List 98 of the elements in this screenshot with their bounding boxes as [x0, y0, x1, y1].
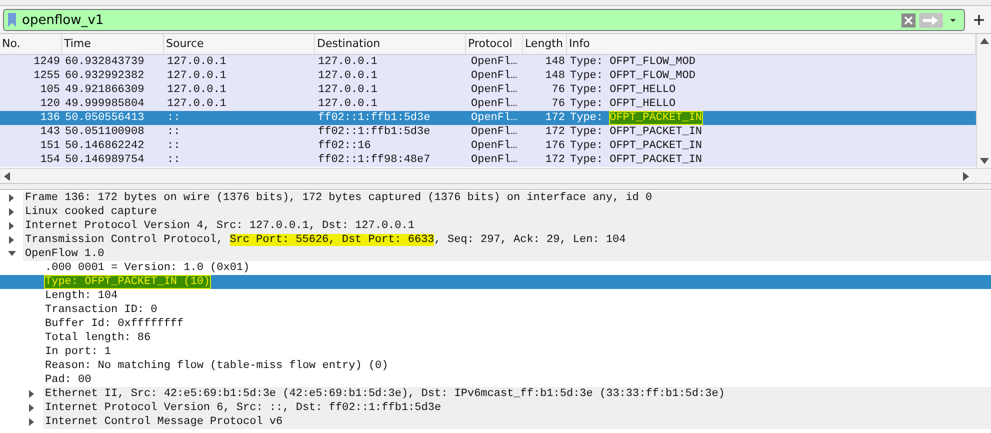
table-cell-text: OpenFl… [470, 55, 518, 69]
table-cell-text: OpenFl… [470, 139, 518, 153]
filter-text: openflow_v1 [22, 12, 105, 28]
packet-row[interactable]: 151 50.146862242 :: ff02::16 OpenFl… 176 Type: OFPT_PACKET_IN [0, 139, 976, 153]
column-header[interactable]: Destination [315, 34, 466, 54]
tree-row[interactable]: Total length: 86 [0, 331, 991, 345]
table-cell-text: ff02::1:ff98:48e7 [317, 153, 432, 167]
tree-row[interactable]: Reason: No matching flow (table-miss flow entry) (0) [0, 359, 991, 373]
table-cell-text: 127.0.0.1 [317, 97, 378, 111]
column-header[interactable]: Length [523, 34, 567, 54]
packet-row[interactable]: 154 50.146989754 :: ff02::1:ff98:48e7 OpenFl… 172 Type: OFPT_PACKET_IN [0, 153, 976, 167]
tree-row[interactable]: .000 0001 = Version: 1.0 (0x01) [0, 261, 991, 275]
table-cell-text: 172 [544, 153, 566, 167]
table-cell-text: 1255 [32, 69, 61, 83]
table-cell-text: 127.0.0.1 [166, 69, 228, 83]
horizontal-scrollbar[interactable] [0, 168, 991, 183]
packet-row[interactable]: 1255 60.932992382 127.0.0.1 127.0.0.1 OpenFl… 148 Type: OFPT_FLOW_MOD [0, 69, 976, 83]
table-cell-text: 127.0.0.1 [166, 97, 228, 111]
table-cell-text: 154 [39, 153, 61, 167]
table-cell-text: 127.0.0.1 [317, 55, 378, 69]
table-cell-text: :: [166, 139, 182, 153]
table-cell-text: OpenFl… [470, 69, 518, 83]
column-header[interactable]: No. [0, 34, 62, 54]
table-cell-text: 60.932843739 [64, 55, 146, 69]
tree-item-text: Transaction ID: 0 [44, 303, 158, 317]
table-cell-text: 50.050556413 [64, 111, 146, 125]
scroll-up-icon[interactable] [980, 38, 988, 44]
table-cell-text: 127.0.0.1 [166, 55, 228, 69]
column-header[interactable]: Source [164, 34, 315, 54]
tree-row[interactable]: Transaction ID: 0 [0, 303, 991, 317]
table-cell-text: Type: OFPT_HELLO [569, 83, 677, 97]
tree-row[interactable]: Buffer Id: 0xffffffff [0, 317, 991, 331]
packet-row[interactable]: 136 50.050556413 :: ff02::1:ffb1:5d3e OpenFl… 172 Type: OFPT_PACKET_IN [0, 111, 976, 125]
table-cell-text: Type: OFPT_FLOW_MOD [569, 69, 696, 83]
table-cell-text: 76 [550, 83, 566, 97]
table-cell-text: :: [166, 125, 182, 139]
expanded-arrow-icon[interactable] [8, 251, 16, 257]
table-cell-text: 120 [39, 97, 61, 111]
table-cell-text: OpenFl… [470, 111, 518, 125]
table-cell-text: OpenFl… [470, 97, 518, 111]
table-cell-text: 176 [544, 139, 566, 153]
table-cell-text: 143 [39, 125, 61, 139]
table-cell-text: Type: OFPT_PACKET_IN [569, 111, 704, 125]
table-cell-text: 172 [544, 125, 566, 139]
table-cell-text: 105 [39, 83, 61, 97]
table-cell-text: 127.0.0.1 [166, 83, 228, 97]
table-cell-text: Type: OFPT_PACKET_IN [569, 153, 704, 167]
packet-row[interactable]: 120 49.999985804 127.0.0.1 127.0.0.1 OpenFl… 76 Type: OFPT_HELLO [0, 97, 976, 111]
table-cell-text: 172 [544, 111, 566, 125]
table-cell-text: :: [166, 153, 182, 167]
tree-item-text: .000 0001 = Version: 1.0 (0x01) [44, 261, 251, 275]
table-cell-text: 127.0.0.1 [317, 83, 378, 97]
tree-item-text: Type: OFPT_PACKET_IN (10) [44, 275, 212, 289]
table-cell-text: ff02::16 [317, 139, 372, 153]
tree-item-text: Length: 104 [44, 289, 119, 303]
table-cell-text: ff02::1:ffb1:5d3e [317, 125, 432, 139]
scroll-left-icon[interactable] [4, 172, 10, 180]
table-cell-text: 136 [39, 111, 61, 125]
table-cell-text: OpenFl… [470, 125, 518, 139]
add-filter-button[interactable] [971, 12, 987, 28]
table-cell-text: 50.146862242 [64, 139, 146, 153]
table-cell-text: 148 [544, 69, 566, 83]
column-header[interactable]: Time [62, 34, 164, 54]
scroll-right-icon[interactable] [963, 172, 969, 180]
table-cell-text: 50.051100908 [64, 125, 146, 139]
tree-item-text: Buffer Id: 0xffffffff [44, 317, 185, 331]
packet-row[interactable]: 105 49.921866309 127.0.0.1 127.0.0.1 OpenFl… 76 Type: OFPT_HELLO [0, 83, 976, 97]
table-cell-text: 60.932992382 [64, 69, 146, 83]
packet-row[interactable]: 143 50.051100908 :: ff02::1:ffb1:5d3e OpenFl… 172 Type: OFPT_PACKET_IN [0, 125, 976, 139]
tree-row[interactable]: Length: 104 [0, 289, 991, 303]
packet-row[interactable]: 1249 60.932843739 127.0.0.1 127.0.0.1 OpenFl… 148 Type: OFPT_FLOW_MOD [0, 55, 976, 69]
tree-item-text: Total length: 86 [44, 331, 152, 345]
table-cell-text: 1249 [32, 55, 61, 69]
tree-row[interactable]: In port: 1 [0, 345, 991, 359]
table-cell-text: OpenFl… [470, 153, 518, 167]
table-cell-text: 50.146989754 [64, 153, 146, 167]
table-cell-text: 148 [544, 55, 566, 69]
vertical-scrollbar[interactable] [976, 34, 991, 168]
table-cell-text: 76 [550, 97, 566, 111]
tree-row[interactable]: Pad: 00 [0, 373, 991, 387]
table-cell-text: 127.0.0.1 [317, 69, 378, 83]
display-filter-field[interactable]: openflow_v1 [3, 9, 965, 31]
table-cell-text: 49.921866309 [64, 83, 146, 97]
table-cell-text: Type: OFPT_PACKET_IN [569, 125, 704, 139]
clear-icon[interactable] [901, 12, 916, 28]
table-cell-text: 151 [39, 139, 61, 153]
tree-item-text: Reason: No matching flow (table-miss flow entry) (0) [44, 359, 390, 373]
table-cell-text: Type: OFPT_HELLO [569, 97, 677, 111]
scroll-down-icon[interactable] [980, 158, 988, 164]
tree-item-text: Pad: 00 [44, 373, 92, 387]
table-cell-text: ff02::1:ffb1:5d3e [317, 111, 432, 125]
table-cell-text: Type: OFPT_PACKET_IN [569, 139, 704, 153]
tree-item-text: In port: 1 [44, 345, 112, 359]
table-cell-text: :: [166, 111, 182, 125]
table-cell-text: Type: OFPT_FLOW_MOD [569, 55, 696, 69]
column-header[interactable]: Protocol [466, 34, 523, 54]
table-cell-text: OpenFl… [470, 83, 518, 97]
table-cell-text: 49.999985804 [64, 97, 146, 111]
